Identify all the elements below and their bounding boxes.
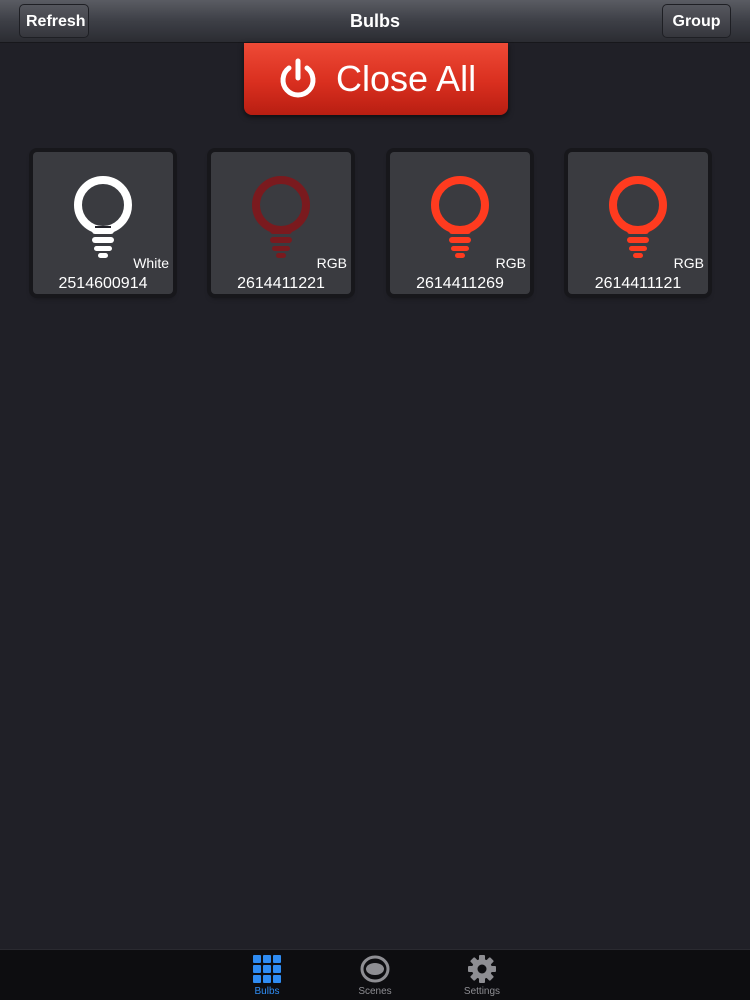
gear-icon xyxy=(468,955,496,983)
group-button[interactable]: Group xyxy=(662,4,731,38)
close-all-button[interactable]: Close All xyxy=(244,43,508,115)
bulb-type: White xyxy=(133,255,169,271)
lightbulb-icon xyxy=(609,176,667,258)
bulb-tile[interactable]: RGB 2614411221 xyxy=(211,152,351,294)
tab-bulbs[interactable]: Bulbs xyxy=(237,950,297,1000)
refresh-button[interactable]: Refresh xyxy=(19,4,89,38)
bulb-id: 2614411121 xyxy=(594,275,682,292)
tab-bulbs-label: Bulbs xyxy=(254,986,280,997)
lightbulb-icon xyxy=(74,176,132,258)
tab-settings-label: Settings xyxy=(463,986,501,997)
tab-scenes[interactable]: Scenes xyxy=(345,950,405,1000)
lightbulb-icon xyxy=(431,176,489,258)
bulb-id: 2614411221 xyxy=(237,275,325,292)
page-title: Bulbs xyxy=(349,11,400,31)
lightbulb-icon xyxy=(252,176,310,258)
eye-icon xyxy=(360,955,390,983)
bulb-type: RGB xyxy=(673,255,704,271)
bulb-id: 2514600914 xyxy=(58,275,148,292)
bulb-type: RGB xyxy=(316,255,347,271)
nav-bar: Bulbs Refresh Group xyxy=(0,0,750,43)
power-icon xyxy=(280,58,316,98)
bulb-type: RGB xyxy=(495,255,526,271)
grid-icon xyxy=(253,955,281,983)
bulb-tile[interactable]: RGB 2614411269 xyxy=(390,152,530,294)
tab-bar: Bulbs Scenes Settings xyxy=(0,949,750,1000)
bulb-tile[interactable]: White 2514600914 xyxy=(33,152,173,294)
close-all-label: Close All xyxy=(336,58,477,99)
bulb-tile[interactable]: RGB 2614411121 xyxy=(568,152,708,294)
tab-scenes-label: Scenes xyxy=(358,986,392,997)
tab-settings[interactable]: Settings xyxy=(452,950,512,1000)
bulb-id: 2614411269 xyxy=(416,275,504,292)
